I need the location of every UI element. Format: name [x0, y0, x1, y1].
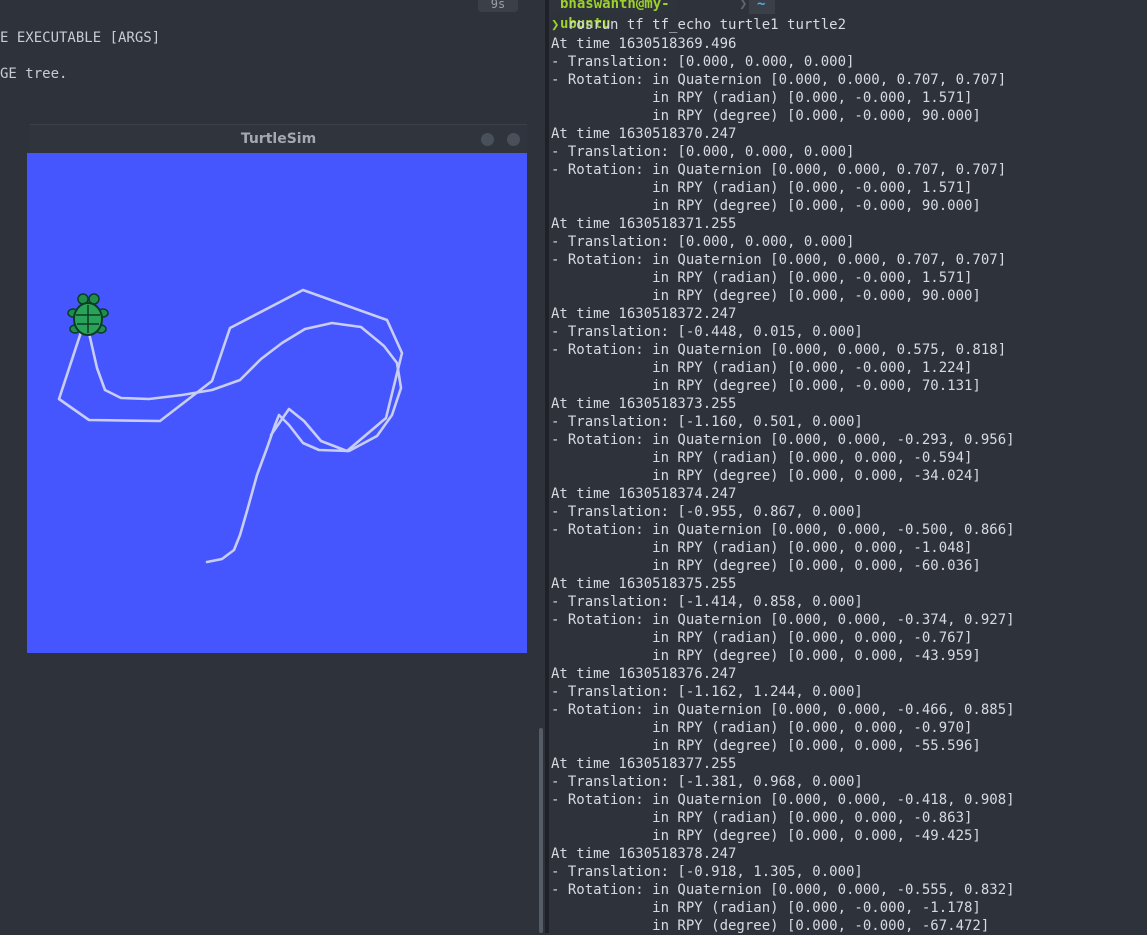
translation-line: - Translation: [0.000, 0.000, 0.000]: [551, 144, 855, 160]
turtle1-path: [87, 321, 403, 564]
turtle-sprite: [67, 291, 109, 337]
timestamp-line: At time 1630518375.255: [551, 576, 737, 592]
rpy-radian-line: in RPY (radian) [0.000, -0.000, 1.224]: [551, 360, 973, 376]
rpy-degree-line: in RPY (degree) [0.000, 0.000, -49.425]: [551, 828, 981, 844]
timestamp-line: At time 1630518378.247: [551, 846, 737, 862]
chevron-right-icon: ❯: [739, 0, 748, 12]
timestamp-line: At time 1630518373.255: [551, 396, 737, 412]
translation-line: - Translation: [-1.381, 0.968, 0.000]: [551, 774, 863, 790]
close-button[interactable]: [507, 133, 520, 146]
quaternion-line: - Rotation: in Quaternion [0.000, 0.000,…: [551, 702, 1015, 718]
rpy-degree-line: in RPY (degree) [0.000, 0.000, -55.596]: [551, 738, 981, 754]
usage-text: E EXECUTABLE [ARGS]: [0, 30, 161, 46]
timestamp-line: At time 1630518376.247: [551, 666, 737, 682]
tf-echo-output: At time 1630518369.496 - Translation: [0.…: [551, 35, 1015, 935]
timestamp-line: At time 1630518377.255: [551, 756, 737, 772]
translation-line: - Translation: [-1.414, 0.858, 0.000]: [551, 594, 863, 610]
quaternion-line: - Rotation: in Quaternion [0.000, 0.000,…: [551, 72, 1007, 88]
user-host: bhaswanth@my-ubuntu: [549, 0, 678, 32]
translation-line: - Translation: [-1.160, 0.501, 0.000]: [551, 414, 863, 430]
rpy-radian-line: in RPY (radian) [0.000, -0.000, 1.571]: [551, 270, 973, 286]
rpy-radian-line: in RPY (radian) [0.000, 0.000, -0.863]: [551, 810, 973, 826]
turtle-paths: [57, 288, 404, 564]
translation-line: - Translation: [-0.955, 0.867, 0.000]: [551, 504, 863, 520]
rpy-radian-line: in RPY (radian) [0.000, -0.000, -1.178]: [551, 900, 981, 916]
window-title: TurtleSim: [240, 131, 317, 147]
duration-badge: 9s: [478, 0, 518, 12]
rpy-degree-line: in RPY (degree) [0.000, 0.000, -34.024]: [551, 468, 981, 484]
quaternion-line: - Rotation: in Quaternion [0.000, 0.000,…: [551, 792, 1015, 808]
quaternion-line: - Rotation: in Quaternion [0.000, 0.000,…: [551, 432, 1015, 448]
turtlesim-window[interactable]: TurtleSim: [27, 124, 527, 653]
rpy-degree-line: in RPY (degree) [0.000, -0.000, 70.131]: [551, 378, 981, 394]
left-terminal-pane[interactable]: 9s E EXECUTABLE [ARGS] GE tree. TurtleSi…: [0, 0, 545, 933]
turtlesim-titlebar[interactable]: TurtleSim: [30, 124, 527, 154]
quaternion-line: - Rotation: in Quaternion [0.000, 0.000,…: [551, 882, 1015, 898]
command-line: ❯ rosrun tf tf_echo turtle1 turtle2: [551, 17, 846, 33]
quaternion-line: - Rotation: in Quaternion [0.000, 0.000,…: [551, 162, 1007, 178]
command-text: rosrun tf tf_echo turtle1 turtle2: [567, 17, 847, 33]
right-terminal-pane[interactable]: bhaswanth@my-ubuntu ❯ ~ ❯ rosrun tf tf_e…: [549, 0, 1147, 935]
minimize-button[interactable]: [481, 133, 494, 146]
rpy-degree-line: in RPY (degree) [0.000, 0.000, -43.959]: [551, 648, 981, 664]
translation-line: - Translation: [0.000, 0.000, 0.000]: [551, 54, 855, 70]
translation-line: - Translation: [-0.918, 1.305, 0.000]: [551, 864, 863, 880]
rpy-radian-line: in RPY (radian) [0.000, 0.000, -1.048]: [551, 540, 973, 556]
rpy-radian-line: in RPY (radian) [0.000, 0.000, -0.970]: [551, 720, 973, 736]
rpy-radian-line: in RPY (radian) [0.000, -0.000, 1.571]: [551, 180, 973, 196]
rpy-degree-line: in RPY (degree) [0.000, 0.000, -60.036]: [551, 558, 981, 574]
rpy-degree-line: in RPY (degree) [0.000, -0.000, 90.000]: [551, 198, 981, 214]
rpy-degree-line: in RPY (degree) [0.000, -0.000, -67.472]: [551, 918, 990, 934]
timestamp-line: At time 1630518374.247: [551, 486, 737, 502]
timestamp-line: At time 1630518369.496: [551, 36, 737, 52]
timestamp-line: At time 1630518371.255: [551, 216, 737, 232]
rpy-radian-line: in RPY (radian) [0.000, -0.000, 1.571]: [551, 90, 973, 106]
rpy-degree-line: in RPY (degree) [0.000, -0.000, 90.000]: [551, 108, 981, 124]
quaternion-line: - Rotation: in Quaternion [0.000, 0.000,…: [551, 252, 1007, 268]
quaternion-line: - Rotation: in Quaternion [0.000, 0.000,…: [551, 342, 1007, 358]
rpy-radian-line: in RPY (radian) [0.000, 0.000, -0.594]: [551, 450, 973, 466]
help-text: GE tree.: [0, 66, 68, 82]
turtlesim-canvas: [27, 153, 527, 653]
left-scrollbar[interactable]: [539, 728, 543, 933]
rpy-degree-line: in RPY (degree) [0.000, -0.000, 90.000]: [551, 288, 981, 304]
translation-line: - Translation: [-1.162, 1.244, 0.000]: [551, 684, 863, 700]
timestamp-line: At time 1630518370.247: [551, 126, 737, 142]
turtle2-path: [57, 288, 404, 453]
current-directory: ~: [749, 0, 776, 14]
quaternion-line: - Rotation: in Quaternion [0.000, 0.000,…: [551, 612, 1015, 628]
quaternion-line: - Rotation: in Quaternion [0.000, 0.000,…: [551, 522, 1015, 538]
timestamp-line: At time 1630518372.247: [551, 306, 737, 322]
translation-line: - Translation: [-0.448, 0.015, 0.000]: [551, 324, 863, 340]
prompt-arrow-icon: ❯: [551, 17, 560, 33]
rpy-radian-line: in RPY (radian) [0.000, 0.000, -0.767]: [551, 630, 973, 646]
translation-line: - Translation: [0.000, 0.000, 0.000]: [551, 234, 855, 250]
